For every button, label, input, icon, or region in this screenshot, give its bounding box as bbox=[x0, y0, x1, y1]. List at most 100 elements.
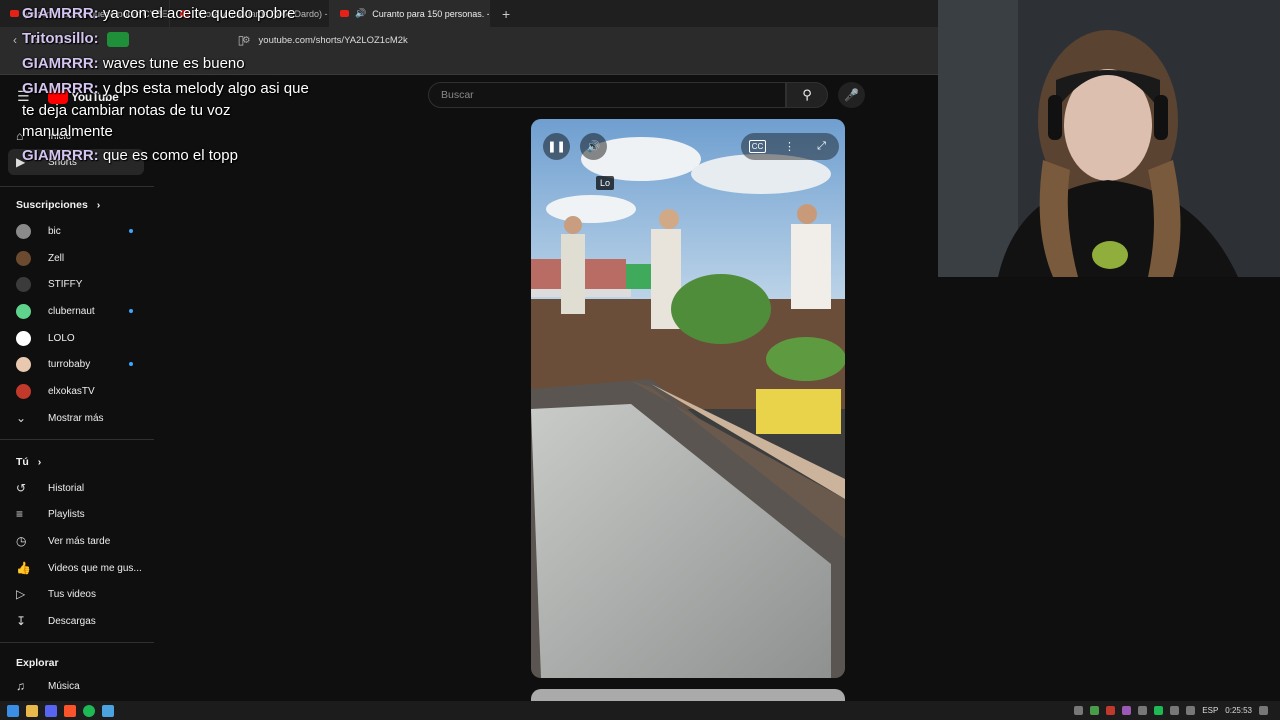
chat-username: GIAMRRR: bbox=[22, 80, 99, 97]
video-icon: ▷ bbox=[16, 587, 26, 601]
chat-text: waves tune es bueno bbox=[98, 55, 245, 72]
pause-icon: ❚❚ bbox=[547, 141, 566, 153]
new-tab-button[interactable]: + bbox=[490, 0, 522, 27]
pause-button[interactable]: ❚❚ bbox=[543, 133, 570, 160]
sidebar-item-ver-mas-tarde[interactable]: ◷ Ver más tarde bbox=[0, 528, 154, 554]
channel-avatar bbox=[16, 356, 31, 372]
brave-icon[interactable] bbox=[64, 704, 76, 717]
system-tray: ESP 0:25:53 bbox=[1074, 701, 1268, 720]
search-button[interactable]: ⚲ bbox=[786, 82, 828, 108]
sidebar-divider bbox=[0, 642, 154, 643]
channel-avatar bbox=[16, 330, 31, 346]
history-icon: ↺ bbox=[16, 481, 27, 495]
empty-area bbox=[938, 277, 1280, 701]
chat-message: GIAMRRR: que es como el topp bbox=[22, 145, 238, 167]
speaker-icon: 🔊 bbox=[586, 141, 601, 153]
short-video-player[interactable] bbox=[531, 119, 845, 678]
address-bar[interactable]: ⚙ youtube.com/shorts/YA2LOZ1cM2k bbox=[242, 31, 864, 49]
tray-icon[interactable] bbox=[1074, 706, 1084, 715]
channel-avatar bbox=[16, 303, 31, 319]
sidebar-item-liked-videos[interactable]: 👍 Videos que me gus... bbox=[0, 555, 154, 581]
tray-icon[interactable] bbox=[1106, 706, 1116, 715]
sidebar-item-musica[interactable]: ♫ Música bbox=[0, 673, 154, 699]
subscription-item[interactable]: LOLO bbox=[0, 325, 154, 351]
subscription-item[interactable]: turrobaby bbox=[0, 351, 154, 377]
chevron-right-icon: › bbox=[96, 199, 101, 211]
clock[interactable]: 0:25:53 bbox=[1225, 706, 1252, 715]
os-taskbar: ESP 0:25:53 bbox=[0, 701, 1280, 720]
tray-icon[interactable] bbox=[1090, 706, 1100, 715]
tooltip: Lo bbox=[596, 176, 615, 190]
clock-icon: ◷ bbox=[16, 534, 27, 548]
subscription-item[interactable]: clubernaut bbox=[0, 298, 154, 324]
playlist-icon: ≡ bbox=[16, 507, 24, 521]
fullscreen-button[interactable]: ⤢ bbox=[808, 133, 835, 160]
start-icon[interactable] bbox=[7, 704, 19, 717]
subscription-item[interactable]: elxokasTV bbox=[0, 378, 154, 404]
channel-avatar bbox=[16, 383, 31, 399]
captions-button[interactable]: CC bbox=[744, 133, 771, 160]
new-content-dot bbox=[129, 309, 133, 313]
notifications-icon[interactable] bbox=[1259, 706, 1268, 715]
chat-text: ya con el aceite quedo pobre bbox=[98, 5, 296, 22]
chat-message: Tritonsillo: bbox=[22, 28, 129, 50]
search-input[interactable]: Buscar bbox=[428, 82, 786, 108]
channel-avatar bbox=[16, 250, 31, 266]
spotify-icon[interactable] bbox=[83, 704, 95, 717]
chat-username: GIAMRRR: bbox=[22, 55, 99, 72]
sidebar-item-tus-videos[interactable]: ▷ Tus videos bbox=[0, 581, 154, 607]
more-vertical-icon: ⋮ bbox=[784, 141, 795, 153]
captions-icon: CC bbox=[748, 140, 767, 153]
expand-icon: ⤢ bbox=[817, 140, 826, 152]
new-content-dot bbox=[129, 229, 133, 233]
speaker-icon: 🔊 bbox=[355, 8, 367, 18]
explore-header: Explorar bbox=[16, 657, 59, 669]
chat-message: GIAMRRR: y dps esta melody algo asi que … bbox=[22, 78, 322, 143]
language-indicator[interactable]: ESP bbox=[1202, 706, 1218, 715]
tray-icon[interactable] bbox=[1154, 706, 1164, 715]
next-short-preview[interactable] bbox=[531, 689, 845, 701]
webcam-overlay bbox=[938, 0, 1280, 277]
chat-message: GIAMRRR: waves tune es bueno bbox=[22, 53, 245, 75]
show-more-button[interactable]: ⌄ Mostrar más bbox=[0, 405, 154, 431]
music-icon: ♫ bbox=[16, 679, 25, 693]
file-explorer-icon[interactable] bbox=[26, 704, 38, 717]
site-settings-icon[interactable]: ⚙ bbox=[242, 35, 251, 46]
chat-username: GIAMRRR: bbox=[22, 5, 99, 22]
chevron-right-icon: › bbox=[37, 456, 42, 468]
youtube-favicon-icon bbox=[10, 10, 19, 17]
chat-text: que es como el topp bbox=[98, 147, 238, 164]
search-icon: ⚲ bbox=[802, 87, 812, 102]
sidebar-divider bbox=[0, 186, 154, 187]
channel-avatar bbox=[16, 276, 31, 292]
wifi-icon[interactable] bbox=[1170, 706, 1180, 715]
new-content-dot bbox=[129, 362, 133, 366]
emote-icon bbox=[106, 31, 129, 47]
sidebar-item-historial[interactable]: ↺ Historial bbox=[0, 475, 154, 501]
browser-tab-active[interactable]: 🔊 Curanto para 150 personas. - × bbox=[330, 0, 490, 27]
app-icon[interactable] bbox=[102, 704, 114, 717]
url-text[interactable]: youtube.com/shorts/YA2LOZ1cM2k bbox=[259, 35, 408, 46]
sidebar-divider bbox=[0, 439, 154, 440]
download-icon: ↧ bbox=[16, 614, 27, 628]
volume-button[interactable]: 🔊 bbox=[580, 133, 607, 160]
discord-icon[interactable] bbox=[45, 704, 57, 717]
voice-search-button[interactable]: 🎤 bbox=[838, 82, 865, 108]
chat-username: GIAMRRR: bbox=[22, 147, 99, 164]
subscription-item[interactable]: STIFFY bbox=[0, 271, 154, 297]
subscription-item[interactable]: Zell bbox=[0, 245, 154, 271]
subscription-item[interactable]: bic bbox=[0, 218, 154, 244]
tray-icon[interactable] bbox=[1122, 706, 1132, 715]
tray-icon[interactable] bbox=[1138, 706, 1148, 715]
volume-icon[interactable] bbox=[1186, 706, 1196, 715]
chat-message: GIAMRRR: ya con el aceite quedo pobre bbox=[22, 3, 295, 25]
video-frame bbox=[531, 119, 845, 678]
you-header[interactable]: Tú › bbox=[16, 456, 41, 468]
thumbs-up-icon: 👍 bbox=[16, 561, 31, 575]
sidebar-item-descargas[interactable]: ↧ Descargas bbox=[0, 608, 154, 634]
chat-username: Tritonsillo: bbox=[22, 30, 99, 47]
channel-avatar bbox=[16, 223, 31, 239]
more-options-button[interactable]: ⋮ bbox=[776, 133, 803, 160]
subscriptions-header[interactable]: Suscripciones › bbox=[16, 199, 100, 211]
sidebar-item-playlists[interactable]: ≡ Playlists bbox=[0, 501, 154, 527]
